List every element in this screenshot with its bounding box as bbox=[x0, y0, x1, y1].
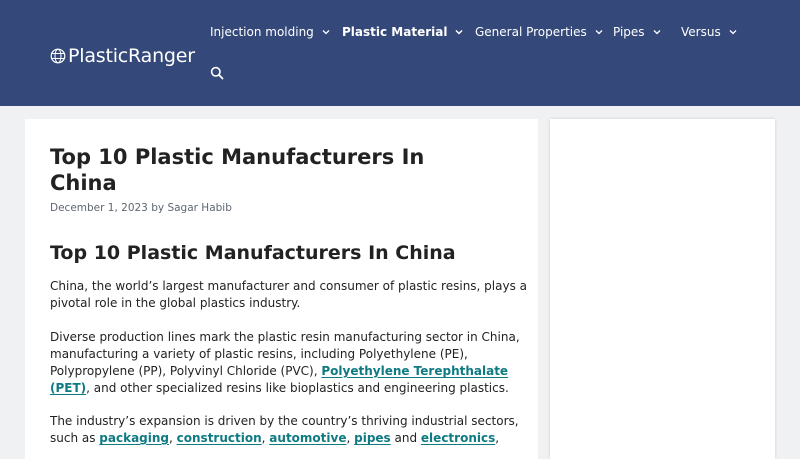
sidebar-widget bbox=[550, 119, 775, 459]
nav-item-label: Injection molding bbox=[210, 25, 314, 39]
packaging-link[interactable]: packaging bbox=[99, 431, 169, 445]
nav-item-plastic-material[interactable]: Plastic Material bbox=[342, 22, 463, 42]
text-line: (PET), and other specialized resins like… bbox=[50, 381, 509, 395]
nav-item-pipes[interactable]: Pipes bbox=[613, 22, 661, 42]
nav-item-label: General Properties bbox=[475, 25, 587, 39]
text-line: Polypropylene (PP), Polyvinyl Chloride (… bbox=[50, 364, 508, 378]
search-icon[interactable] bbox=[210, 66, 224, 80]
text-segment: , and other specialized resins like biop… bbox=[86, 381, 509, 395]
text-segment: such as bbox=[50, 431, 100, 445]
text-line: The industry’s expansion is driven by th… bbox=[50, 414, 519, 428]
nav-item-label: Versus bbox=[681, 25, 721, 39]
post-meta: December 1, 2023 by Sagar Habib bbox=[50, 202, 232, 214]
paragraph-industry: The industry’s expansion is driven by th… bbox=[50, 413, 519, 447]
chevron-down-icon bbox=[595, 30, 603, 35]
text-line: Diverse production lines mark the plasti… bbox=[50, 330, 520, 344]
automotive-link[interactable]: automotive bbox=[269, 431, 346, 445]
separator: and bbox=[390, 431, 421, 445]
separator: , bbox=[346, 431, 355, 445]
chevron-down-icon bbox=[729, 30, 737, 35]
author-link[interactable]: Sagar Habib bbox=[167, 202, 231, 214]
separator: , bbox=[495, 431, 500, 445]
nav-item-label: Pipes bbox=[613, 25, 645, 39]
chevron-down-icon bbox=[653, 30, 661, 35]
section-heading: Top 10 Plastic Manufacturers In China bbox=[50, 242, 456, 264]
chevron-down-icon bbox=[455, 29, 463, 35]
nav-item-versus[interactable]: Versus bbox=[681, 22, 737, 42]
site-logo[interactable]: PlasticRanger bbox=[50, 43, 195, 69]
globe-icon bbox=[50, 48, 66, 64]
nav-item-general-properties[interactable]: General Properties bbox=[475, 22, 603, 42]
pet-link[interactable]: Polyethylene Terephthalate bbox=[321, 364, 508, 378]
nav-item-label: Plastic Material bbox=[342, 25, 448, 39]
paragraph-intro: China, the world’s largest manufacturer … bbox=[50, 278, 527, 312]
text-line: manufacturing a variety of plastic resin… bbox=[50, 347, 468, 361]
separator: , bbox=[169, 431, 177, 445]
electronics-link[interactable]: electronics bbox=[421, 431, 495, 445]
post-date[interactable]: December 1, 2023 bbox=[50, 202, 148, 214]
by-label: by bbox=[151, 202, 165, 214]
site-header: PlasticRanger Injection molding Plastic … bbox=[0, 0, 800, 106]
logo-text: PlasticRanger bbox=[68, 45, 195, 67]
text-line: China, the world’s largest manufacturer … bbox=[50, 279, 528, 293]
pet-link-continued[interactable]: (PET) bbox=[50, 381, 86, 395]
text-line: pivotal role in the global plastics indu… bbox=[50, 296, 301, 310]
pipes-link[interactable]: pipes bbox=[354, 431, 391, 445]
nav-item-injection-molding[interactable]: Injection molding bbox=[210, 22, 330, 42]
chevron-down-icon bbox=[322, 30, 330, 35]
paragraph-resins: Diverse production lines mark the plasti… bbox=[50, 329, 520, 397]
text-line: such as packaging, construction, automot… bbox=[50, 431, 499, 445]
title-line: Top 10 Plastic Manufacturers In bbox=[50, 145, 425, 169]
construction-link[interactable]: construction bbox=[177, 431, 262, 445]
page-title: Top 10 Plastic Manufacturers In China bbox=[50, 144, 490, 196]
title-line: China bbox=[50, 171, 117, 195]
text-segment: Polypropylene (PP), Polyvinyl Chloride (… bbox=[50, 364, 322, 378]
